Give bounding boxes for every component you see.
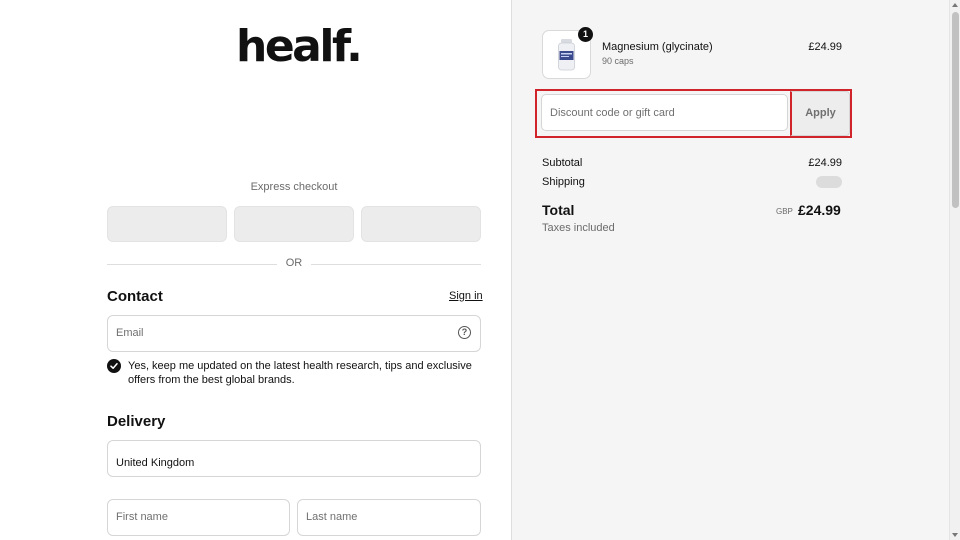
discount-placeholder: Discount code or gift card [550, 107, 675, 119]
subtotal-label: Subtotal [542, 157, 583, 169]
express-checkout-label: Express checkout [250, 181, 338, 193]
divider-left [107, 264, 277, 265]
scrollbar-thumb[interactable] [952, 12, 959, 208]
healf-logo[interactable]: healf. [236, 22, 363, 72]
product-variant: 90 caps [602, 56, 634, 66]
shipping-loading-placeholder [816, 176, 842, 188]
last-name-placeholder: Last name [306, 511, 358, 523]
sign-in-link[interactable]: Sign in [449, 290, 483, 302]
discount-code-input[interactable]: Discount code or gift card [541, 94, 788, 131]
email-field[interactable]: Email ? [107, 315, 481, 352]
contact-heading: Contact [107, 288, 163, 305]
country-value: United Kingdom [116, 457, 195, 469]
subtotal-value: £24.99 [808, 157, 842, 169]
delivery-heading: Delivery [107, 413, 166, 430]
total-label: Total [542, 202, 575, 218]
product-price: £24.99 [808, 41, 842, 53]
quantity-badge: 1 [578, 27, 593, 42]
express-pay-button-1[interactable] [107, 206, 227, 242]
first-name-placeholder: First name [116, 511, 168, 523]
shipping-label: Shipping [542, 176, 585, 188]
email-placeholder: Email [116, 327, 144, 339]
country-select[interactable]: United Kingdom [107, 440, 481, 477]
checkmark-icon [110, 363, 118, 369]
total-currency: GBP [776, 207, 793, 216]
first-name-field[interactable]: First name [107, 499, 290, 536]
apply-discount-button[interactable]: Apply [790, 91, 850, 136]
express-pay-button-2[interactable] [234, 206, 354, 242]
divider-right [311, 264, 481, 265]
taxes-note: Taxes included [542, 222, 615, 234]
marketing-consent-label: Yes, keep me updated on the latest healt… [128, 360, 472, 386]
last-name-field[interactable]: Last name [297, 499, 481, 536]
or-divider-label: OR [285, 257, 303, 269]
order-summary-panel [511, 0, 949, 540]
checkout-form-panel: healf. Express checkout OR Contact Sign … [0, 0, 511, 540]
scroll-down-arrow-icon[interactable] [952, 533, 958, 537]
page-scrollbar[interactable] [949, 0, 960, 540]
scroll-up-arrow-icon[interactable] [952, 3, 958, 7]
total-value: £24.99 [798, 202, 841, 218]
express-pay-button-3[interactable] [361, 206, 481, 242]
help-circle-icon[interactable]: ? [458, 326, 471, 339]
product-name: Magnesium (glycinate) [602, 41, 713, 53]
marketing-consent-checkbox[interactable] [107, 359, 121, 373]
